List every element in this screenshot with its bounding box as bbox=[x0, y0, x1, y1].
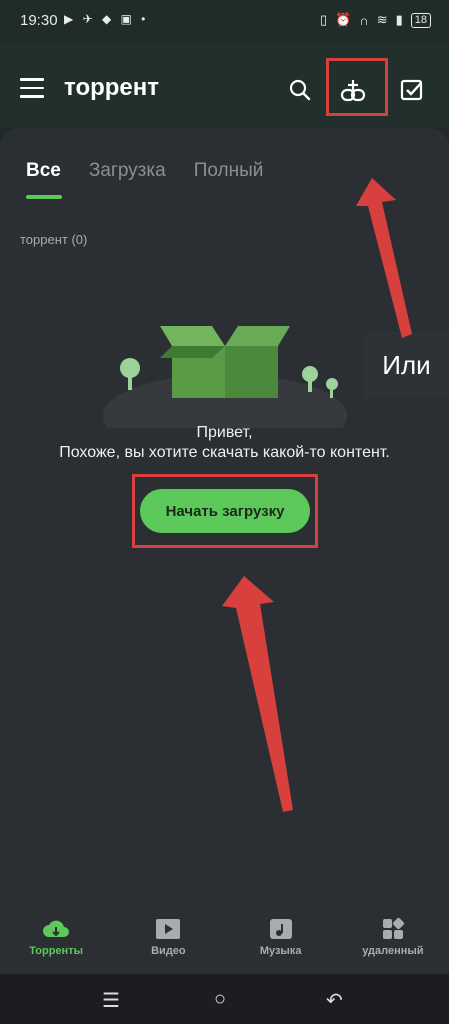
apps-icon bbox=[382, 917, 404, 939]
cloud-download-icon bbox=[43, 920, 70, 937]
annotation-callout: Или bbox=[364, 332, 449, 398]
nav-label-torrents: Торренты bbox=[29, 945, 83, 957]
alarm-icon: ⏰ bbox=[335, 12, 352, 27]
nav-remote[interactable]: удаленный bbox=[337, 900, 449, 974]
active-tab-indicator bbox=[26, 195, 62, 199]
signal-icon: ▮ bbox=[395, 12, 403, 27]
empty-box-illustration bbox=[103, 326, 347, 428]
status-time: 19:30 bbox=[20, 12, 58, 29]
annotation-highlight-top bbox=[326, 58, 388, 116]
tab-downloading[interactable]: Загрузка bbox=[89, 160, 166, 182]
torrent-count-label: торрент (0) bbox=[20, 232, 88, 247]
content-panel bbox=[0, 128, 449, 974]
bottom-navigation: Торренты Видео Музыка удаленный bbox=[0, 900, 449, 974]
menu-icon[interactable] bbox=[20, 78, 44, 98]
nav-label-music: Музыка bbox=[259, 945, 302, 957]
system-status-icons: ▯ ⏰ ∩ ≋ ▮ 18 bbox=[320, 12, 431, 28]
empty-state-message: Похоже, вы хотите скачать какой-то конте… bbox=[59, 444, 390, 461]
headphones-icon: ∩ bbox=[359, 12, 369, 28]
nav-label-video: Видео bbox=[151, 945, 186, 957]
search-icon[interactable] bbox=[288, 78, 312, 102]
recents-icon[interactable]: ☰ bbox=[102, 988, 120, 1013]
vibrate-icon: ▯ bbox=[320, 12, 328, 27]
nav-video[interactable]: Видео bbox=[112, 900, 224, 974]
system-navigation-bar: ☰ ○ ↶ bbox=[0, 974, 449, 1024]
battery-indicator: 18 bbox=[410, 12, 431, 28]
greeting-text: Привет, bbox=[196, 424, 253, 441]
select-icon[interactable] bbox=[400, 78, 424, 102]
back-icon[interactable]: ↶ bbox=[326, 988, 343, 1013]
wifi-icon: ≋ bbox=[376, 12, 388, 27]
tab-all[interactable]: Все bbox=[26, 160, 61, 182]
nav-music[interactable]: Музыка bbox=[225, 900, 337, 974]
start-download-button[interactable]: Начать загрузку bbox=[140, 489, 310, 533]
status-bar: 19:30 ▶ ✈ ◆ ▣ • ▯ ⏰ ∩ ≋ ▮ 18 bbox=[0, 0, 449, 42]
music-icon bbox=[269, 919, 292, 939]
nav-torrents[interactable]: Торренты bbox=[0, 900, 112, 974]
nav-label-remote: удаленный bbox=[362, 945, 424, 957]
notification-icons: ▶ ✈ ◆ ▣ • bbox=[64, 12, 149, 26]
tab-complete[interactable]: Полный bbox=[194, 160, 264, 182]
film-icon bbox=[156, 919, 181, 939]
home-icon[interactable]: ○ bbox=[214, 988, 226, 1011]
tab-bar: Все Загрузка Полный bbox=[26, 160, 263, 182]
app-title: торрент bbox=[64, 74, 160, 101]
